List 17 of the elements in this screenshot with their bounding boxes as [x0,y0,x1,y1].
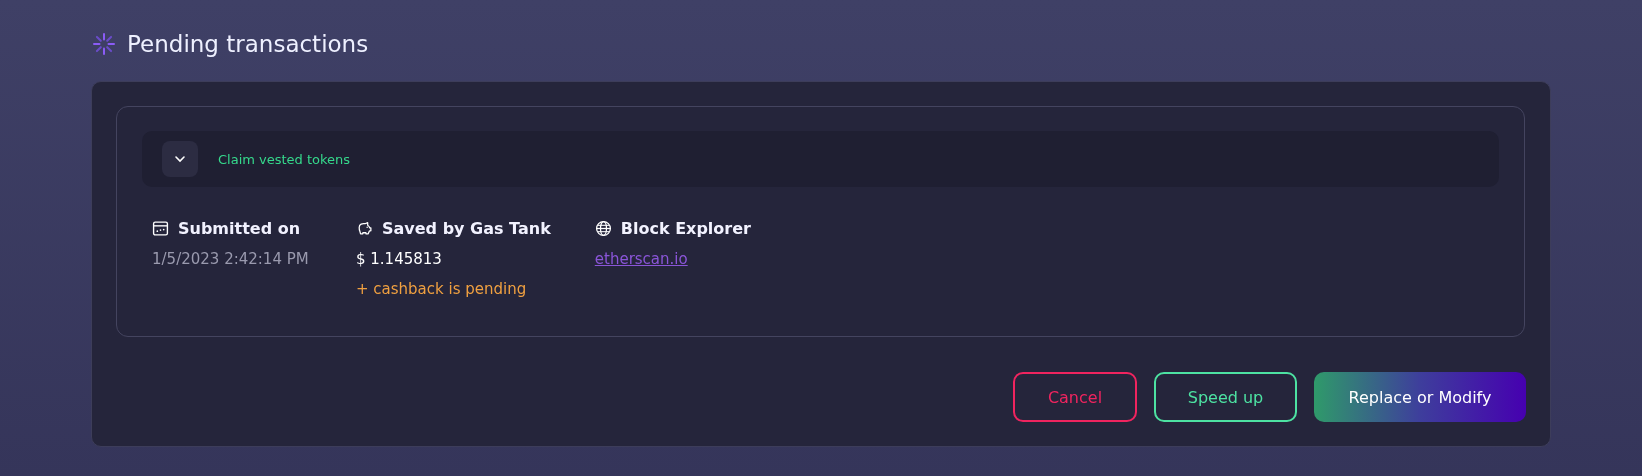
chevron-down-icon [174,155,186,163]
piggy-bank-icon [356,220,373,237]
cancel-button[interactable]: Cancel [1013,372,1137,422]
page-title: Pending transactions [127,31,369,57]
globe-icon [594,220,612,237]
detail-label: Block Explorer [620,219,751,238]
expand-button[interactable] [162,141,198,177]
loading-spinner-icon [91,31,117,57]
transaction-name: Claim vested tokens [218,151,351,167]
cashback-note: + cashback is pending [356,280,528,298]
detail-value: 1/5/2023 2:42:14 PM [152,250,310,268]
replace-button[interactable]: Replace or Modify [1314,372,1526,422]
detail-label: Saved by Gas Tank [382,219,551,238]
speed-up-button[interactable]: Speed up [1154,372,1297,422]
detail-value: $ 1.145813 [356,250,443,268]
detail-label: Submitted on [178,219,301,238]
calendar-icon [152,220,169,237]
